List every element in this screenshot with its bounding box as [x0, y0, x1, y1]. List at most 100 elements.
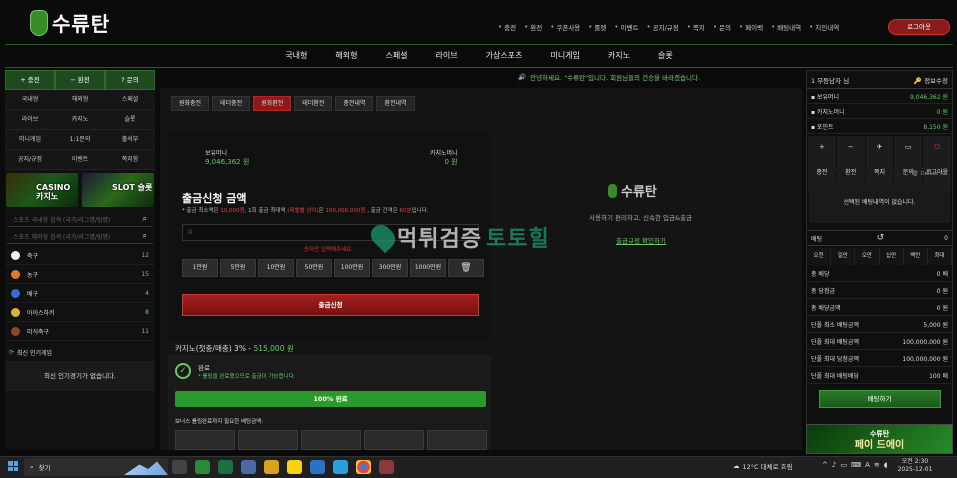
game-tile[interactable] — [175, 430, 235, 450]
excel-icon[interactable] — [218, 460, 233, 474]
menu-item[interactable]: 스페셜 — [105, 90, 155, 110]
speaker-icon[interactable]: ◖ — [884, 461, 888, 469]
top-nav-item[interactable]: • 환전 — [524, 22, 542, 32]
withdraw-rules-link[interactable]: 출금규정 확인하기 — [616, 235, 666, 245]
action-button[interactable]: ▭ 문의 — [894, 136, 923, 191]
amount-button[interactable]: 10만원 — [258, 259, 294, 277]
game-tile[interactable] — [301, 430, 361, 450]
ime-icon[interactable]: A — [865, 461, 870, 469]
menu-item[interactable]: 국내형 — [5, 90, 55, 110]
action-button[interactable]: ⏻ 로그아웃 — [923, 136, 951, 191]
edit-profile-link[interactable]: 🔑 정보수정 — [914, 75, 948, 85]
sport-search-input[interactable]: 스포츠 해외형 검색 (국가/리그명/팀명) ⌕ — [7, 229, 153, 244]
sport-item[interactable]: 아이스하키 8 — [5, 303, 155, 322]
weather-widget[interactable]: ☁ 12°C 대체로 흐림 — [733, 461, 793, 471]
sport-item[interactable]: 농구 15 — [5, 265, 155, 284]
bet-chip[interactable]: 최대 — [927, 248, 953, 265]
top-nav-item[interactable]: • 룰렛 — [588, 22, 606, 32]
top-nav-item[interactable]: • 공지/규정 — [646, 22, 678, 32]
bet-chip[interactable]: 일만 — [831, 248, 856, 265]
amount-button[interactable]: 300만원 — [372, 259, 408, 277]
main-nav-item[interactable]: 미니게임 — [536, 45, 593, 67]
telegram-icon[interactable] — [333, 460, 348, 474]
file-icon[interactable] — [241, 460, 256, 474]
tab-0[interactable]: 원화충전 — [171, 96, 210, 111]
game-tile[interactable] — [427, 430, 487, 450]
quick-button[interactable]: − 환전 — [55, 70, 105, 90]
amount-button[interactable]: 5만원 — [220, 259, 256, 277]
app-icon-green[interactable] — [195, 460, 210, 474]
site-logo[interactable]: 수류탄 — [30, 8, 110, 37]
top-nav-item[interactable]: • 배팅내역 — [771, 22, 801, 32]
sport-item[interactable]: 축구 12 — [5, 246, 155, 265]
action-button[interactable]: ✈ 쪽지 — [865, 136, 894, 191]
quick-button[interactable]: ? 문의 — [105, 70, 155, 90]
bet-chip[interactable]: 십만 — [879, 248, 904, 265]
clock[interactable]: 오전 2:30 2025-12-01 — [896, 458, 934, 474]
quick-button[interactable]: + 충전 — [5, 70, 55, 90]
amount-button[interactable]: 1만원 — [182, 259, 218, 277]
task-view-icon[interactable] — [172, 460, 187, 474]
menu-item[interactable]: 카지노 — [55, 110, 105, 130]
game-tile[interactable] — [238, 430, 298, 450]
trash-icon[interactable]: 🗑 — [448, 259, 484, 277]
sport-item[interactable]: 배구 4 — [5, 284, 155, 303]
main-nav-item[interactable]: 국내형 — [271, 45, 321, 67]
menu-item[interactable]: 이벤트 — [55, 150, 105, 170]
main-nav-item[interactable]: 슬롯 — [644, 45, 687, 67]
tab-1[interactable]: 테더충전 — [212, 96, 251, 111]
bet-chip[interactable]: 백만 — [903, 248, 928, 265]
chevron-up-icon[interactable]: ^ — [822, 461, 828, 469]
main-nav-item[interactable]: 라이브 — [422, 45, 472, 67]
tab-4[interactable]: 충전내역 — [335, 96, 374, 111]
amount-button[interactable]: 50만원 — [296, 259, 332, 277]
top-nav-item[interactable]: • 쪽지 — [687, 22, 705, 32]
top-nav-item[interactable]: • 쿠폰사용 — [550, 22, 580, 32]
top-nav-item[interactable]: • 이벤트 — [614, 22, 638, 32]
slot-banner[interactable]: SLOT 슬롯 — [82, 173, 154, 207]
keyboard-icon[interactable]: ⌨ — [851, 461, 861, 469]
menu-item[interactable]: 라이브 — [5, 110, 55, 130]
sport-item[interactable]: 미식축구 11 — [5, 322, 155, 341]
menu-item[interactable]: 1:1문의 — [55, 130, 105, 150]
menu-item[interactable]: 슬롯 — [105, 110, 155, 130]
reset-icon[interactable]: ↺ — [877, 233, 885, 243]
menu-item[interactable]: 해외형 — [55, 90, 105, 110]
wifi-icon[interactable]: ≋ — [874, 461, 880, 469]
menu-item[interactable]: 출석부 — [105, 130, 155, 150]
display-icon[interactable]: ▭ — [840, 461, 847, 469]
tab-2[interactable]: 원화환전 — [253, 96, 292, 111]
top-nav-item[interactable]: • 충전 — [498, 22, 516, 32]
tab-5[interactable]: 환전내역 — [376, 96, 415, 111]
search-icon[interactable]: ⌕ — [143, 214, 147, 224]
main-nav-item[interactable]: 해외형 — [321, 45, 371, 67]
app-icon-red[interactable] — [379, 460, 394, 474]
bet-value[interactable]: 0 — [944, 235, 948, 242]
top-nav-item[interactable]: • 페이백 — [739, 22, 763, 32]
place-bet-button[interactable]: 배팅하기 — [818, 390, 941, 408]
withdraw-submit-button[interactable]: 출금신청 — [182, 294, 479, 316]
document-icon[interactable] — [264, 460, 279, 474]
logout-button[interactable]: 로그아웃 — [888, 19, 950, 35]
action-button[interactable]: − 환전 — [836, 136, 865, 191]
top-nav-item[interactable]: • 지인내역 — [809, 22, 839, 32]
volume-icon[interactable]: ♪ — [832, 461, 836, 469]
sport-search-input[interactable]: 스포츠 국내형 검색 (국가/리그명/팀명) ⌕ — [7, 212, 153, 227]
chrome-icon[interactable] — [356, 460, 371, 474]
promo-banner[interactable]: 수류탄 페이 드에이 — [806, 424, 953, 454]
bet-chip[interactable]: 오천 — [807, 248, 832, 265]
amount-button[interactable]: 1000만원 — [410, 259, 446, 277]
menu-item[interactable]: 미니게임 — [5, 130, 55, 150]
amount-button[interactable]: 100만원 — [334, 259, 370, 277]
bet-chip[interactable]: 오만 — [855, 248, 880, 265]
tab-3[interactable]: 테더환전 — [294, 96, 333, 111]
menu-item[interactable]: 쪽지함 — [105, 150, 155, 170]
game-tile[interactable] — [364, 430, 424, 450]
taskbar-search[interactable]: ⌕ 찾기 — [24, 458, 168, 476]
search-icon[interactable]: ⌕ — [143, 231, 147, 241]
action-button[interactable]: + 충전 — [808, 136, 836, 191]
casino-banner[interactable]: CASINO 카지노 — [6, 173, 78, 207]
menu-item[interactable]: 공지/규정 — [5, 150, 55, 170]
main-nav-item[interactable]: 카지노 — [594, 45, 644, 67]
main-nav-item[interactable]: 스페셜 — [371, 45, 421, 67]
